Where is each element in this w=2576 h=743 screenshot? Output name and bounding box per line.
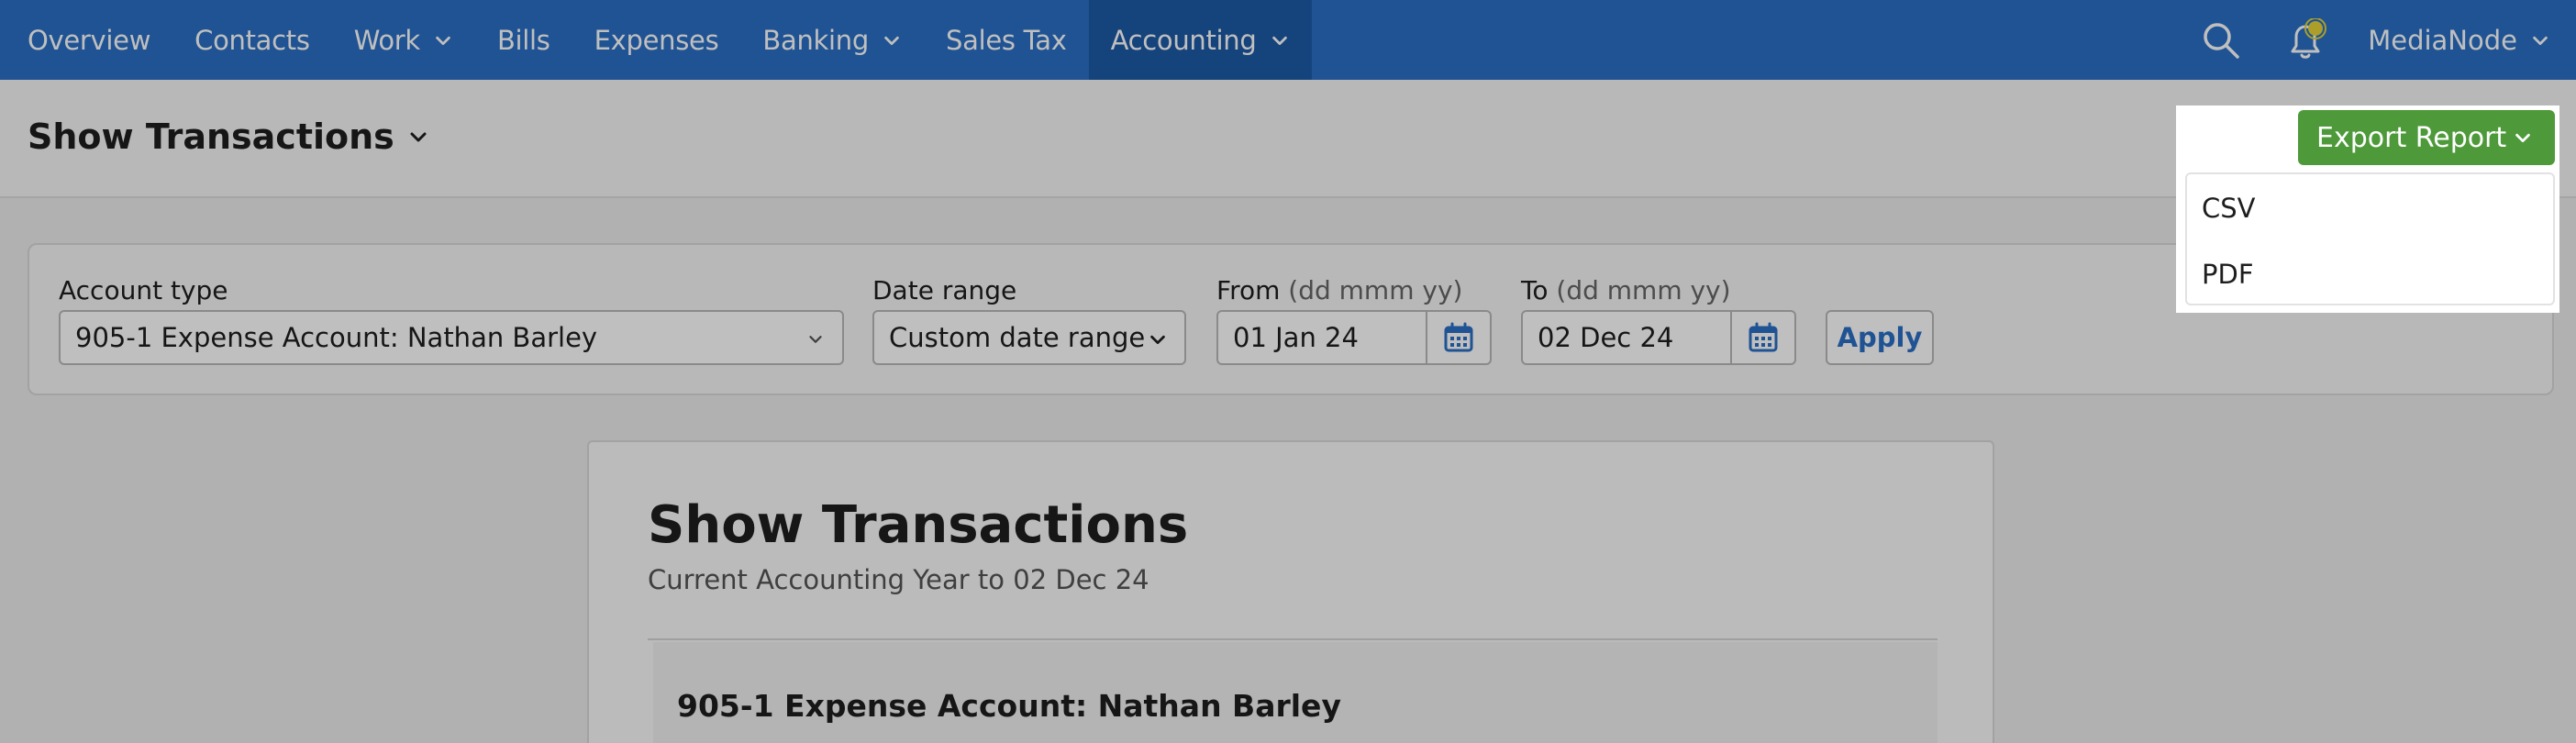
calendar-icon[interactable]: [1426, 312, 1490, 363]
export-menu: CSV PDF: [2185, 172, 2555, 305]
from-label: From (dd mmm yy): [1216, 275, 1462, 305]
nav-item-sales-tax[interactable]: Sales Tax: [924, 0, 1089, 80]
nav-item-banking[interactable]: Banking: [740, 0, 924, 80]
nav-item-label: Work: [353, 24, 421, 56]
chevron-down-icon: [884, 36, 899, 45]
account-type-value: 905-1 Expense Account: Nathan Barley: [75, 322, 598, 353]
nav-item-label: Expenses: [594, 24, 719, 56]
from-date-field[interactable]: 01 Jan 24: [1216, 310, 1492, 365]
account-type-select[interactable]: 905-1 Expense Account: Nathan Barley: [59, 310, 844, 365]
nav-item-label: Sales Tax: [946, 24, 1067, 56]
nav-item-label: Banking: [762, 24, 869, 56]
nav-item-label: Bills: [496, 24, 550, 56]
export-report-label: Export Report: [2316, 121, 2507, 154]
chevron-down-icon: [809, 336, 822, 343]
top-navigation: Overview Contacts Work Bills Expenses Ba…: [0, 0, 2576, 80]
apply-button[interactable]: Apply: [1826, 310, 1934, 365]
chevron-down-icon: [410, 132, 427, 142]
nav-item-label: Accounting: [1110, 24, 1257, 56]
calendar-icon[interactable]: [1730, 312, 1794, 363]
from-date-value: 01 Jan 24: [1233, 322, 1359, 353]
nav-item-expenses[interactable]: Expenses: [572, 0, 741, 80]
page-title-dropdown[interactable]: Show Transactions: [28, 116, 429, 157]
user-menu[interactable]: MediaNode: [2368, 25, 2550, 56]
to-date-value: 02 Dec 24: [1538, 322, 1674, 353]
to-format-hint: (dd mmm yy): [1556, 275, 1731, 305]
date-range-value: Custom date range: [889, 322, 1146, 353]
divider: [648, 638, 1938, 640]
report-title: Show Transactions: [648, 495, 1189, 555]
export-report-button[interactable]: Export Report: [2298, 110, 2555, 165]
report-subtitle: Current Accounting Year to 02 Dec 24: [648, 564, 1149, 595]
nav-item-work[interactable]: Work: [332, 0, 475, 80]
from-format-hint: (dd mmm yy): [1288, 275, 1463, 305]
nav-item-label: Overview: [28, 24, 151, 56]
from-label-text: From: [1216, 275, 1281, 305]
date-range-select[interactable]: Custom date range: [872, 310, 1186, 365]
account-type-label: Account type: [59, 275, 228, 305]
chevron-down-icon: [2533, 36, 2548, 45]
nav-item-label: Contacts: [194, 24, 310, 56]
chevron-down-icon: [1150, 335, 1165, 345]
nav-right-group: MediaNode: [2199, 0, 2576, 80]
chevron-down-icon: [436, 36, 450, 45]
to-date-field[interactable]: 02 Dec 24: [1521, 310, 1796, 365]
nav-item-bills[interactable]: Bills: [475, 0, 572, 80]
to-label-text: To: [1521, 275, 1549, 305]
nav-item-overview[interactable]: Overview: [0, 0, 172, 80]
export-csv-option[interactable]: CSV: [2202, 193, 2256, 224]
date-range-label: Date range: [872, 275, 1017, 305]
nav-item-contacts[interactable]: Contacts: [172, 0, 332, 80]
user-name: MediaNode: [2368, 24, 2517, 56]
report-card: Show Transactions Current Accounting Yea…: [587, 440, 1994, 743]
chevron-down-icon: [2515, 133, 2530, 143]
chevron-down-icon: [1271, 36, 1287, 45]
export-pdf-option[interactable]: PDF: [2202, 259, 2254, 290]
notification-bell-icon[interactable]: [2283, 17, 2327, 62]
nav-item-accounting[interactable]: Accounting: [1088, 0, 1312, 80]
to-label: To (dd mmm yy): [1521, 275, 1731, 305]
search-icon[interactable]: [2199, 18, 2243, 62]
account-heading: 905-1 Expense Account: Nathan Barley: [677, 688, 1341, 724]
page-title: Show Transactions: [28, 116, 394, 157]
